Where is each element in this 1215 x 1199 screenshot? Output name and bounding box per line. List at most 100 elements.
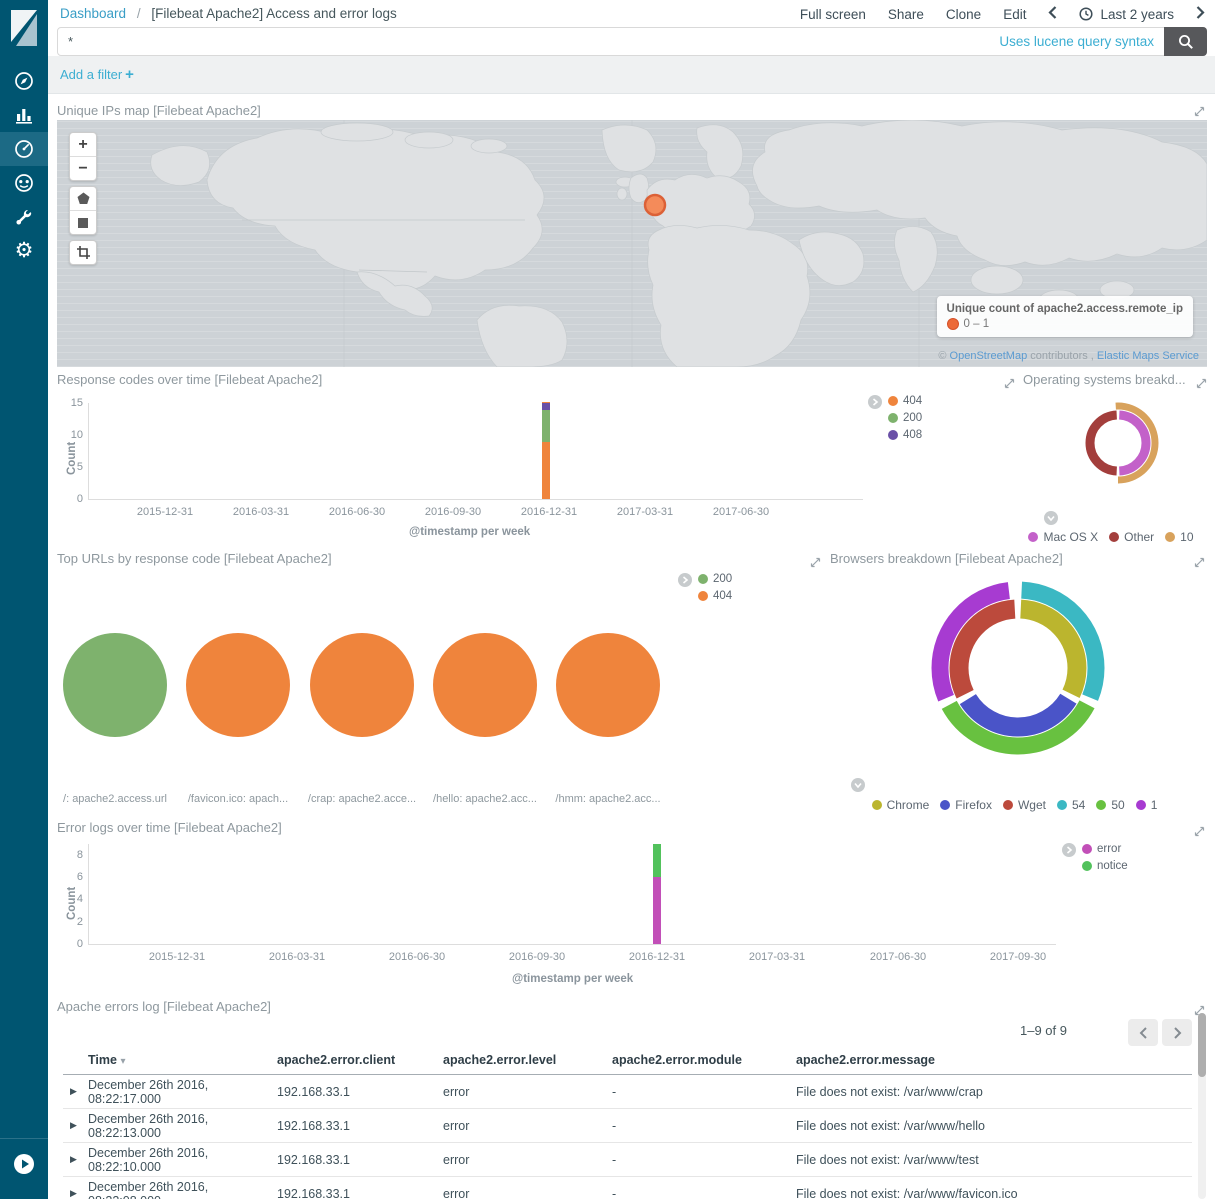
search-input[interactable]: [58, 34, 999, 49]
pie-label: /: apache2.access.url: [63, 793, 167, 805]
previous-page-button[interactable]: [1128, 1019, 1158, 1046]
column-header-message[interactable]: apache2.error.message: [796, 1053, 1192, 1067]
table-scrollbar[interactable]: [1198, 1013, 1206, 1199]
legend-item[interactable]: notice: [1082, 860, 1128, 872]
expand-panel-icon[interactable]: [1194, 556, 1205, 571]
legend-item[interactable]: 404: [698, 590, 732, 602]
sidebar-item-management[interactable]: ⚙: [0, 234, 48, 268]
time-forward-button[interactable]: [1196, 6, 1205, 22]
time-back-button[interactable]: [1048, 6, 1057, 22]
legend-toggle-button[interactable]: [851, 778, 865, 792]
elastic-maps-link[interactable]: Elastic Maps Service: [1097, 350, 1199, 362]
sidebar-item-dashboard[interactable]: [0, 132, 48, 166]
expand-row-icon[interactable]: ▶: [63, 1154, 88, 1165]
bar-408[interactable]: [542, 403, 550, 410]
column-header-level[interactable]: apache2.error.level: [443, 1053, 612, 1067]
expand-row-icon[interactable]: ▶: [63, 1086, 88, 1097]
column-header-module[interactable]: apache2.error.module: [612, 1053, 796, 1067]
full-screen-button[interactable]: Full screen: [800, 7, 866, 22]
page-title: [Filebeat Apache2] Access and error logs: [151, 6, 396, 21]
sidebar-item-discover[interactable]: [0, 64, 48, 98]
column-header-client[interactable]: apache2.error.client: [277, 1053, 443, 1067]
bar-notice[interactable]: [653, 844, 661, 877]
timepicker-label: Last 2 years: [1100, 7, 1174, 22]
legend-toggle-button[interactable]: [1044, 511, 1058, 525]
plot-area[interactable]: [88, 403, 863, 500]
sidebar: ⚙: [0, 0, 48, 1199]
legend-item[interactable]: Chrome: [872, 798, 930, 812]
bar-200[interactable]: [542, 410, 550, 442]
share-button[interactable]: Share: [888, 7, 924, 22]
bar-404[interactable]: [542, 460, 550, 499]
expand-panel-icon[interactable]: [1194, 105, 1205, 120]
next-page-button[interactable]: [1162, 1019, 1192, 1046]
panel-title: Unique IPs map [Filebeat Apache2]: [57, 103, 261, 118]
add-filter-button[interactable]: Add a filter+: [60, 66, 134, 83]
chevron-right-icon: [681, 576, 689, 584]
expand-panel-icon[interactable]: [1194, 825, 1205, 840]
legend-item[interactable]: 408: [888, 429, 922, 441]
crop-button[interactable]: [70, 241, 96, 264]
legend-item[interactable]: Other: [1109, 530, 1154, 544]
sidebar-item-timelion[interactable]: [0, 166, 48, 200]
expand-row-icon[interactable]: ▶: [63, 1188, 88, 1199]
timepicker-button[interactable]: Last 2 years: [1079, 7, 1174, 22]
scrollbar-thumb[interactable]: [1198, 1013, 1206, 1077]
expand-panel-icon[interactable]: [1196, 377, 1207, 392]
sort-desc-icon: ▾: [120, 1056, 125, 1067]
sidebar-collapse-button[interactable]: [0, 1138, 48, 1175]
legend-item[interactable]: 10: [1165, 530, 1193, 544]
map-marker[interactable]: [645, 195, 665, 215]
legend-item[interactable]: Firefox: [940, 798, 992, 812]
plot-area[interactable]: [88, 844, 1056, 945]
legend-item[interactable]: Mac OS X: [1028, 530, 1098, 544]
pie-chart-crap[interactable]: [310, 633, 414, 737]
legend-item[interactable]: Wget: [1003, 798, 1046, 812]
lucene-syntax-link[interactable]: Uses lucene query syntax: [999, 34, 1154, 49]
world-map[interactable]: + − Unique count of apache2.acc: [57, 120, 1207, 367]
pie-chart-hmm[interactable]: [556, 633, 660, 737]
pie-chart-favicon[interactable]: [186, 633, 290, 737]
legend-item[interactable]: 200: [888, 412, 922, 424]
zoom-out-button[interactable]: −: [70, 156, 96, 180]
legend-toggle-button[interactable]: [678, 573, 692, 587]
legend-item[interactable]: error: [1082, 843, 1121, 855]
pie-chart-root-url[interactable]: [63, 633, 167, 737]
legend-item[interactable]: 200: [698, 573, 732, 585]
clone-button[interactable]: Clone: [946, 7, 981, 22]
column-header-time[interactable]: Time ▾: [88, 1053, 277, 1067]
pie-chart-hello[interactable]: [433, 633, 537, 737]
zoom-in-button[interactable]: +: [70, 133, 96, 156]
x-tick: 2017-09-30: [990, 951, 1046, 963]
edit-button[interactable]: Edit: [1003, 7, 1026, 22]
legend-item[interactable]: 54: [1057, 798, 1085, 812]
expand-panel-icon[interactable]: [810, 556, 821, 571]
browsers-legend: Chrome Firefox Wget 54 50 1: [822, 798, 1207, 812]
legend-item[interactable]: 1: [1136, 798, 1158, 812]
table-row[interactable]: ▶ December 26th 2016, 08:22:17.000 192.1…: [63, 1075, 1192, 1109]
bar-error[interactable]: [653, 877, 661, 944]
sidebar-item-dev-tools[interactable]: [0, 200, 48, 234]
search-button[interactable]: [1164, 27, 1207, 56]
map-attribution: © OpenStreetMap contributors , Elastic M…: [938, 350, 1199, 362]
draw-rectangle-button[interactable]: [70, 210, 96, 234]
x-tick: 2016-06-30: [389, 951, 445, 963]
chevron-right-icon: [1065, 846, 1073, 854]
expand-panel-icon[interactable]: [1004, 377, 1015, 392]
legend-item[interactable]: 50: [1096, 798, 1124, 812]
table-row[interactable]: ▶ December 26th 2016, 08:22:10.000 192.1…: [63, 1143, 1192, 1177]
legend-toggle-button[interactable]: [868, 395, 882, 409]
legend-toggle-button[interactable]: [1062, 843, 1076, 857]
browsers-donut-chart[interactable]: [930, 580, 1106, 756]
table-row[interactable]: ▶ December 26th 2016, 08:22:08.000 192.1…: [63, 1177, 1192, 1199]
breadcrumb-dashboard-link[interactable]: Dashboard: [60, 6, 126, 21]
sidebar-item-visualize[interactable]: [0, 98, 48, 132]
expand-row-icon[interactable]: ▶: [63, 1120, 88, 1131]
os-donut-chart[interactable]: [1076, 401, 1160, 485]
legend-item[interactable]: 404: [888, 395, 922, 407]
gear-icon: ⚙: [15, 241, 34, 261]
osm-link[interactable]: OpenStreetMap: [950, 350, 1028, 362]
kibana-logo[interactable]: [0, 0, 48, 56]
draw-polygon-button[interactable]: [70, 187, 96, 210]
table-row[interactable]: ▶ December 26th 2016, 08:22:13.000 192.1…: [63, 1109, 1192, 1143]
